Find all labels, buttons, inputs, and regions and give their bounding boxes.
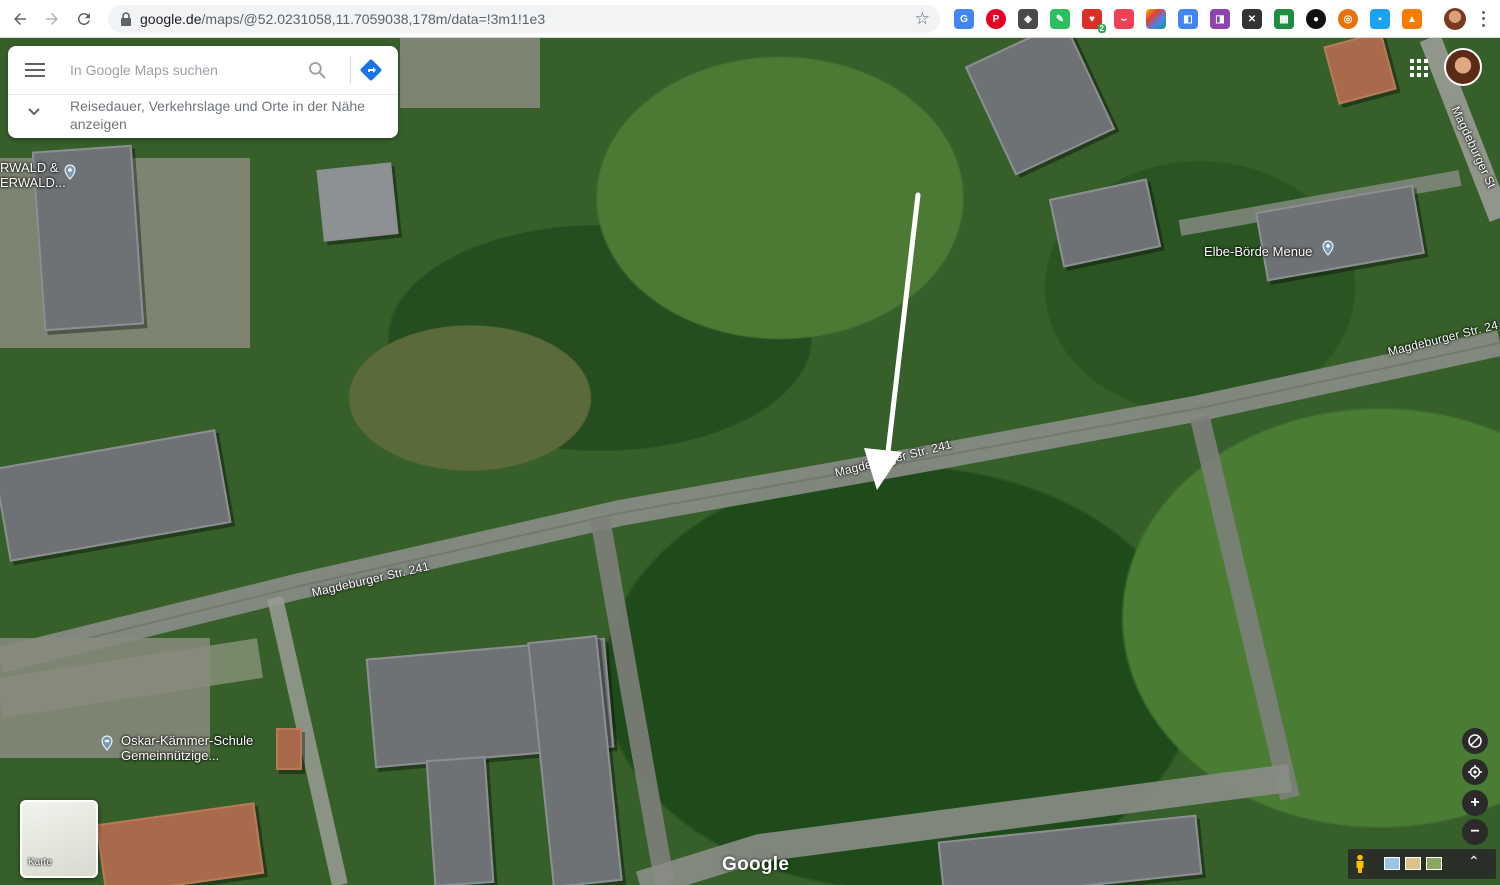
imagery-thumbnail[interactable] [1405, 857, 1421, 870]
zoom-out-icon[interactable]: − [1462, 819, 1488, 845]
search-input[interactable] [70, 54, 300, 86]
extension-badge-count: 2 [1097, 24, 1106, 33]
circle-extension-icon[interactable]: ● [1306, 9, 1326, 29]
my-location-icon[interactable] [1462, 759, 1488, 785]
blue-extension-icon[interactable]: ▪ [1370, 9, 1390, 29]
imagery-thumbnail[interactable] [1384, 857, 1400, 870]
chevron-down-icon[interactable] [27, 107, 41, 117]
forward-button[interactable] [40, 7, 64, 31]
browser-menu-icon[interactable] [1480, 9, 1486, 29]
pinterest-extension-icon[interactable]: P [986, 9, 1006, 29]
pocket-extension-icon[interactable]: ⌣ [1114, 9, 1134, 29]
place-label-line: RWALD & [0, 160, 59, 175]
colorful-extension-icon[interactable] [1146, 9, 1166, 29]
browser-toolbar: google.de/maps/@52.0231058,11.7059038,17… [0, 0, 1500, 38]
building [425, 756, 495, 885]
directions-icon[interactable] [359, 58, 383, 82]
menu-icon[interactable] [25, 63, 45, 77]
orange-extension-icon[interactable]: ▲ [1402, 9, 1422, 29]
place-label-school[interactable]: Oskar-Kämmer-Schule Gemeinnützige... [121, 733, 253, 763]
place-label-elbe[interactable]: Elbe-Börde Menue [1204, 244, 1312, 259]
search-icon[interactable] [307, 60, 327, 80]
url-path: /maps/@52.0231058,11.7059038,178m/data=!… [201, 11, 546, 27]
nearby-info-link[interactable]: Reisedauer, Verkehrslage und Orte in der… [70, 97, 390, 133]
shield-extension-icon[interactable]: ◈ [1018, 9, 1038, 29]
compass-icon[interactable] [1462, 728, 1488, 754]
place-label-top-left[interactable]: RWALD & ERWALD... [0, 160, 66, 190]
map-layer-toggle[interactable]: Karte [20, 800, 98, 878]
layer-label: Karte [28, 857, 52, 868]
badge-extension-icon[interactable]: 2 ♥ [1082, 9, 1106, 33]
divider [350, 56, 351, 84]
address-bar[interactable]: google.de/maps/@52.0231058,11.7059038,17… [108, 5, 940, 33]
url-text: google.de/maps/@52.0231058,11.7059038,17… [140, 11, 545, 27]
evernote-extension-icon[interactable]: ✎ [1050, 9, 1070, 29]
imagery-thumbnail[interactable] [1426, 857, 1442, 870]
map-pin-icon[interactable] [62, 164, 78, 180]
parking-area-top [400, 38, 540, 108]
pegman-icon[interactable] [1354, 854, 1366, 874]
bookmark-star-icon[interactable]: ☆ [915, 9, 930, 29]
google-logo: Google [722, 854, 790, 875]
arrow-right-icon [46, 13, 58, 25]
reload-icon [77, 12, 90, 25]
building [316, 162, 399, 242]
place-label-line: Oskar-Kämmer-Schule [121, 733, 254, 748]
account-avatar[interactable] [1444, 48, 1482, 86]
school-pin-icon[interactable] [99, 735, 115, 751]
tab-extension-icon[interactable]: ◨ [1210, 9, 1230, 29]
zoom-in-icon[interactable]: + [1462, 790, 1488, 816]
building [276, 728, 302, 770]
expand-up-icon[interactable]: ⌃ [1468, 853, 1480, 870]
place-label-line: ERWALD... [0, 175, 66, 190]
back-button[interactable] [8, 7, 32, 31]
dribbble-extension-icon[interactable]: ◎ [1338, 9, 1358, 29]
arrow-left-icon [14, 13, 26, 25]
divider [8, 94, 398, 95]
sheets-extension-icon[interactable]: ▦ [1274, 9, 1294, 29]
satellite-map[interactable]: Magdeburger Str. 241 Magdeburger Str. 24… [0, 38, 1500, 885]
screenshot-extension-icon[interactable]: ✕ [1242, 9, 1262, 29]
reload-button[interactable] [72, 7, 96, 31]
map-pin-icon[interactable] [1320, 240, 1336, 256]
puzzle-extension-icon[interactable]: ◧ [1178, 9, 1198, 29]
lock-icon [121, 12, 131, 26]
google-apps-icon[interactable] [1410, 59, 1428, 77]
browser-profile-avatar[interactable] [1444, 8, 1466, 30]
search-panel: Reisedauer, Verkehrslage und Orte in der… [8, 46, 398, 138]
url-host: google.de [140, 11, 202, 27]
place-label-line: Gemeinnützige... [121, 748, 220, 763]
google-translate-extension-icon[interactable]: G [954, 9, 974, 29]
